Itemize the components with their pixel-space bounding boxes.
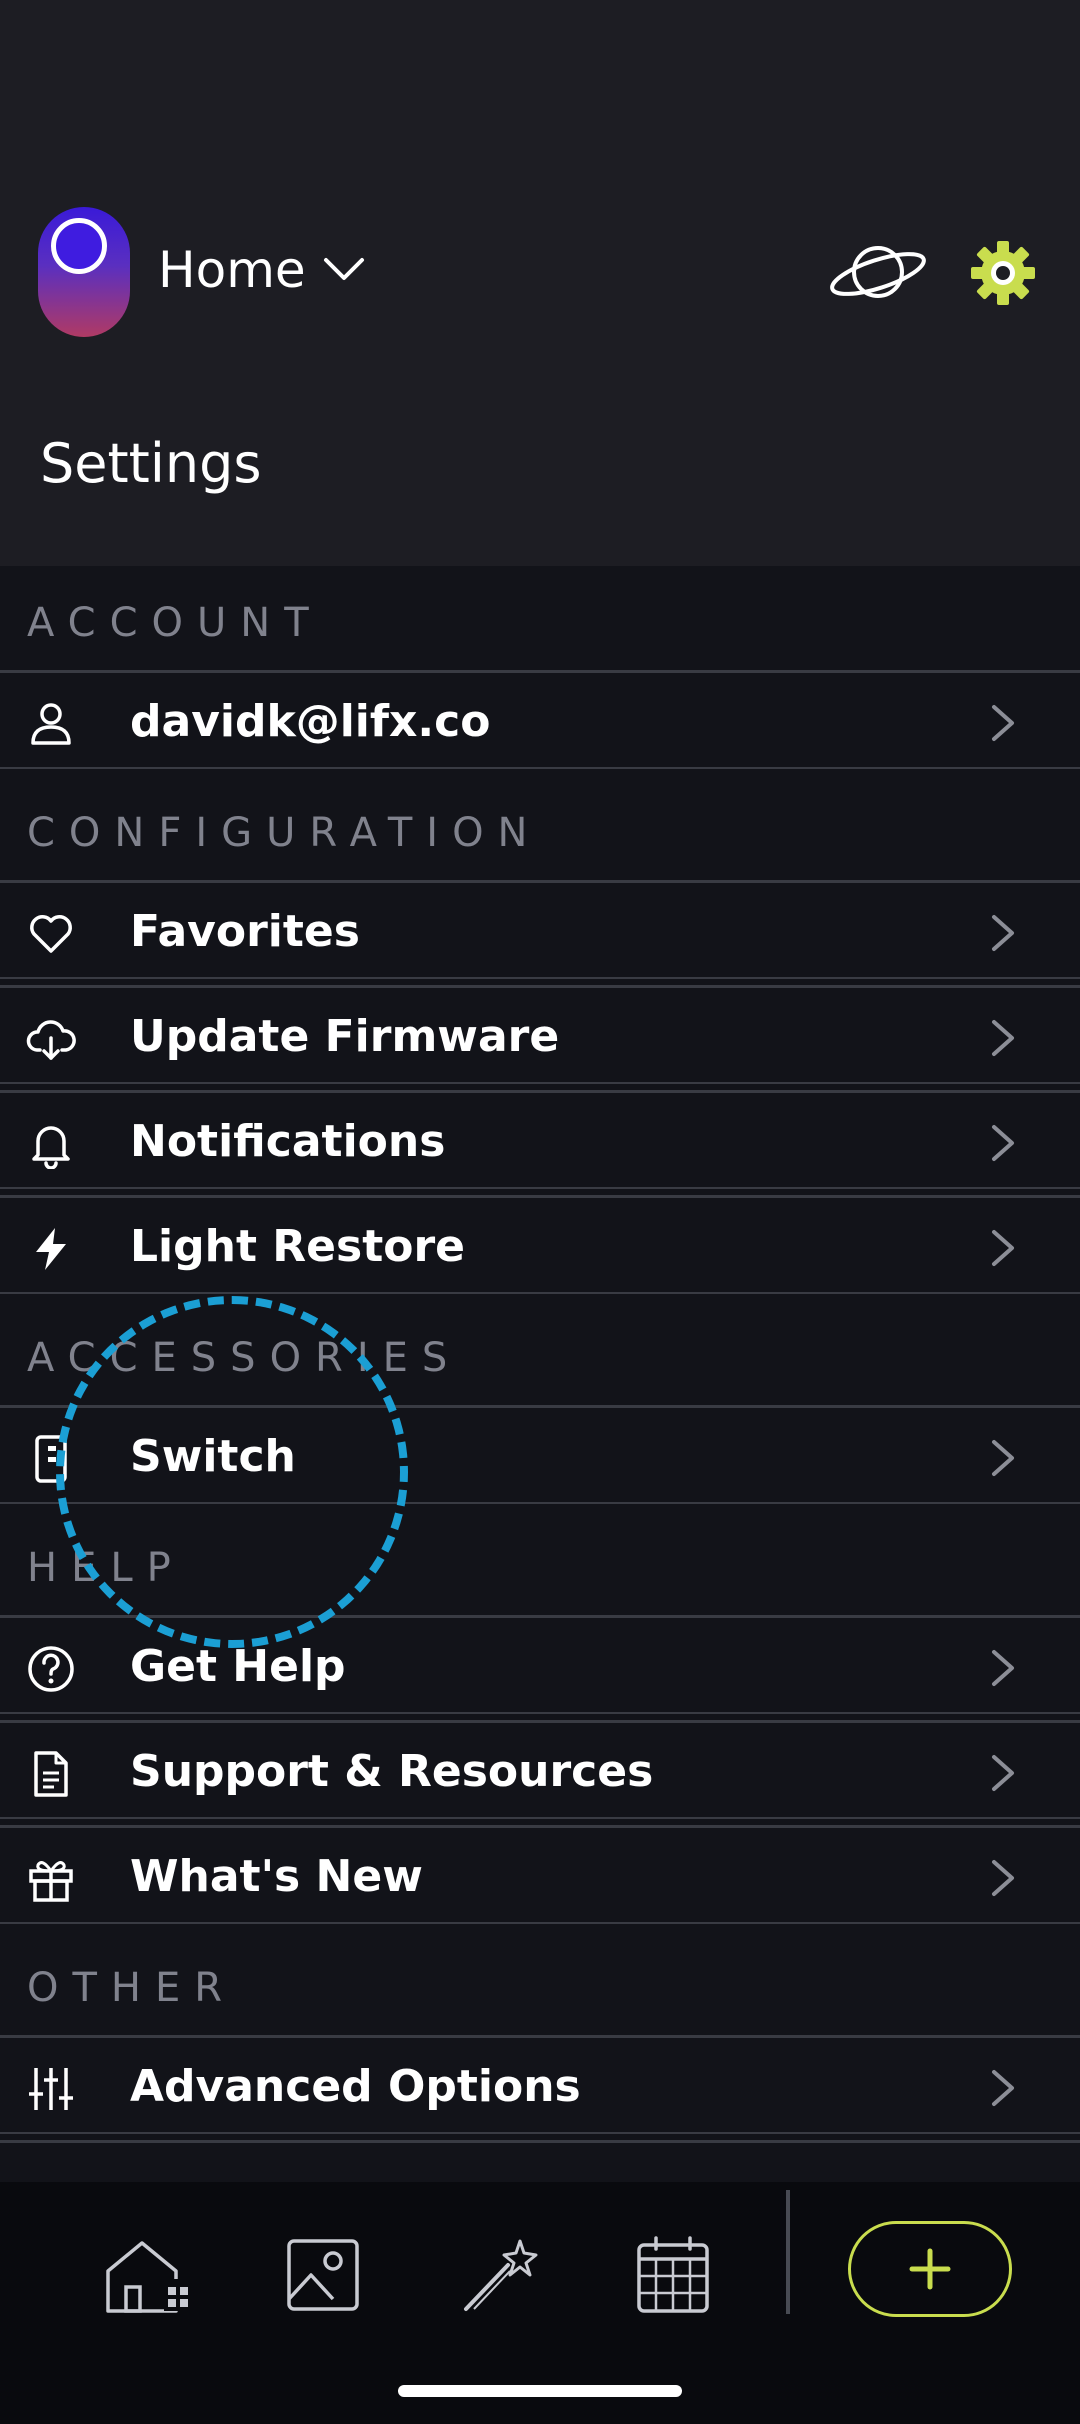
- settings-row-notifications[interactable]: Notifications: [0, 1090, 1080, 1189]
- switch-icon: [35, 1435, 67, 1483]
- top-header: Home Settings: [0, 0, 1080, 566]
- chevron-right-icon: [992, 1650, 1014, 1686]
- user-icon: [31, 703, 71, 745]
- home-selector-label[interactable]: Home: [158, 240, 306, 300]
- question-icon: [28, 1646, 74, 1692]
- settings-row-advanced-options[interactable]: Advanced Options: [0, 2035, 1080, 2134]
- settings-row-account[interactable]: davidk@lifx.co: [0, 670, 1080, 769]
- section-label: ACCESSORIES: [27, 1335, 462, 1381]
- section-label: HELP: [27, 1545, 185, 1591]
- row-label: Switch: [130, 1431, 296, 1482]
- chevron-right-icon: [992, 1440, 1014, 1476]
- heart-icon: [30, 915, 72, 953]
- settings-row-update-firmware[interactable]: Update Firmware: [0, 985, 1080, 1084]
- chevron-right-icon: [992, 1230, 1014, 1266]
- row-label: Favorites: [130, 906, 360, 957]
- section-header-other: OTHER: [0, 1931, 1080, 2035]
- image-icon[interactable]: [278, 2235, 368, 2315]
- settings-row-whats-new[interactable]: What's New: [0, 1825, 1080, 1924]
- chevron-right-icon: [992, 915, 1014, 951]
- row-label: Get Help: [130, 1641, 346, 1692]
- settings-row-light-restore[interactable]: Light Restore: [0, 1195, 1080, 1294]
- row-label: Advanced Options: [130, 2061, 581, 2112]
- chevron-right-icon: [992, 705, 1014, 741]
- plus-icon: [909, 2248, 951, 2290]
- home-icon[interactable]: [102, 2235, 192, 2315]
- magic-wand-icon[interactable]: [454, 2235, 544, 2315]
- settings-row-support-resources[interactable]: Support & Resources: [0, 1720, 1080, 1819]
- settings-row-switch[interactable]: Switch: [0, 1405, 1080, 1504]
- lightning-icon: [36, 1228, 66, 1270]
- chevron-right-icon: [992, 1125, 1014, 1161]
- page-title: Settings: [40, 432, 262, 495]
- section-header-configuration: CONFIGURATION: [0, 776, 1080, 880]
- section-header-account: ACCOUNT: [0, 566, 1080, 670]
- home-indicator: [398, 2385, 682, 2397]
- calendar-icon[interactable]: [628, 2235, 718, 2315]
- home-avatar-ring: [51, 218, 107, 274]
- document-icon: [34, 1751, 68, 1797]
- section-label: ACCOUNT: [27, 600, 323, 646]
- gear-icon[interactable]: [970, 240, 1036, 306]
- row-label: davidk@lifx.co: [130, 696, 491, 747]
- sliders-icon: [29, 2068, 73, 2110]
- section-header-help: HELP: [0, 1511, 1080, 1615]
- gift-icon: [29, 1861, 73, 1902]
- add-button[interactable]: [848, 2221, 1012, 2317]
- row-label: What's New: [130, 1851, 423, 1902]
- section-label: OTHER: [27, 1965, 237, 2011]
- row-label: Notifications: [130, 1116, 446, 1167]
- chevron-right-icon: [992, 1860, 1014, 1896]
- settings-row-get-help[interactable]: Get Help: [0, 1615, 1080, 1714]
- chevron-down-icon[interactable]: [322, 254, 366, 284]
- row-label: Update Firmware: [130, 1011, 560, 1062]
- section-label: CONFIGURATION: [27, 810, 542, 856]
- chevron-right-icon: [992, 1755, 1014, 1791]
- bell-icon: [32, 1126, 70, 1169]
- chevron-right-icon: [992, 1020, 1014, 1056]
- tab-divider: [786, 2190, 790, 2314]
- home-avatar[interactable]: [38, 207, 130, 337]
- planet-icon[interactable]: [828, 236, 928, 308]
- row-label: Light Restore: [130, 1221, 466, 1272]
- cloud-download-icon: [26, 1020, 76, 1060]
- settings-row-favorites[interactable]: Favorites: [0, 880, 1080, 979]
- section-header-accessories: ACCESSORIES: [0, 1301, 1080, 1405]
- chevron-right-icon: [992, 2070, 1014, 2106]
- row-label: Support & Resources: [130, 1746, 654, 1797]
